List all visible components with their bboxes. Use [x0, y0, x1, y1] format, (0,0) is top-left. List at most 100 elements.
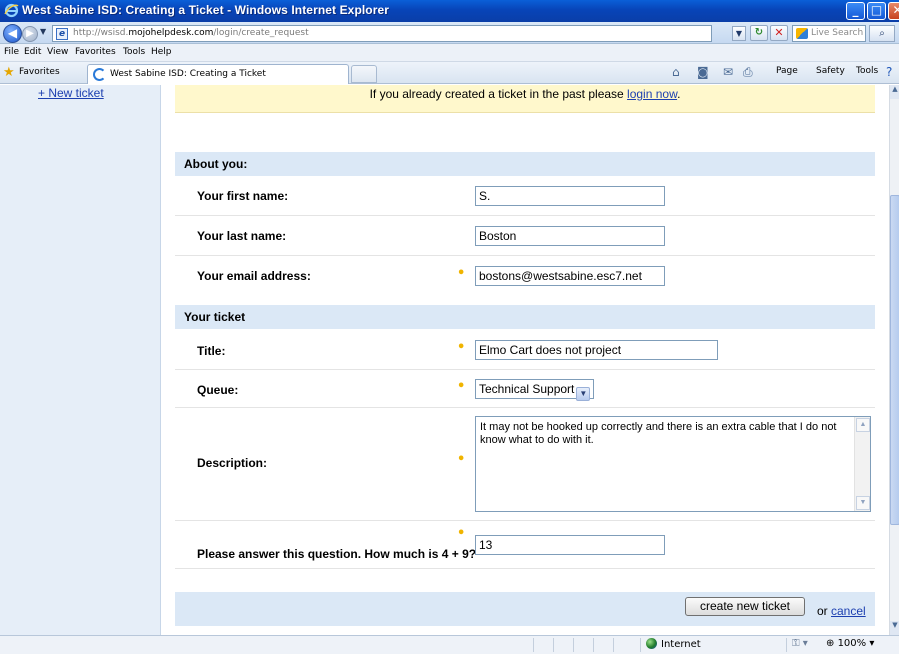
stop-button[interactable]: ✕ [770, 25, 788, 41]
globe-icon [646, 638, 657, 649]
description-textarea[interactable]: It may not be hooked up correctly and th… [475, 416, 871, 512]
queue-row: Queue: • Technical Support ▼ [175, 370, 875, 408]
close-window-button[interactable]: ✕ [888, 2, 899, 20]
description-label: Description: [197, 456, 268, 470]
menu-favorites[interactable]: Favorites [75, 47, 116, 57]
required-marker: • [457, 266, 466, 281]
required-marker: • [457, 340, 466, 355]
favorites-bar: ★ Favorites West Sabine ISD: Creating a … [0, 62, 899, 84]
recent-pages-dropdown[interactable]: ▼ [40, 27, 46, 36]
back-button[interactable]: ◀ [3, 24, 22, 43]
address-input[interactable]: e http://wsisd.mojohelpdesk.com/login/cr… [52, 25, 712, 42]
ie-page-icon [93, 68, 106, 81]
scroll-up-icon[interactable]: ▲ [856, 418, 870, 432]
menu-tools[interactable]: Tools [123, 47, 145, 57]
menu-help[interactable]: Help [151, 47, 172, 57]
help-icon[interactable]: ? [886, 65, 892, 79]
form-footer: create new ticket or cancel [175, 592, 875, 626]
email-input[interactable]: bostons@westsabine.esc7.net [475, 266, 665, 286]
captcha-row: Please answer this question. How much is… [175, 521, 875, 569]
status-bar: Internet ⚿ ▾ ⊕ 100% ▾ [0, 635, 899, 654]
url-text: http://wsisd.mojohelpdesk.com/login/crea… [73, 28, 309, 38]
login-now-link[interactable]: login now [627, 87, 677, 101]
new-ticket-link[interactable]: + New ticket [38, 86, 104, 100]
protected-mode-icon[interactable]: ⚿ ▾ [792, 638, 808, 649]
queue-select[interactable]: Technical Support ▼ [475, 379, 595, 401]
new-tab-button[interactable] [351, 65, 377, 83]
textarea-scrollbar[interactable]: ▲ ▼ [854, 417, 870, 511]
required-marker: • [457, 526, 466, 541]
menu-view[interactable]: View [47, 47, 68, 57]
captcha-label: Please answer this question. How much is… [197, 547, 477, 561]
queue-label: Queue: [197, 383, 239, 397]
title-row: Title: • Elmo Cart does not project [175, 332, 875, 370]
menu-file[interactable]: File [4, 47, 19, 57]
live-search-icon [796, 28, 808, 39]
favorites-star-icon[interactable]: ★ [3, 65, 15, 80]
status-divider [640, 638, 641, 652]
first-name-input[interactable]: S. [475, 186, 665, 206]
internet-explorer-icon [4, 3, 19, 18]
tab-west-sabine[interactable]: West Sabine ISD: Creating a Ticket [87, 64, 349, 84]
search-input[interactable]: Live Search [792, 25, 866, 42]
status-divider [613, 638, 614, 652]
page-icon: e [56, 28, 68, 40]
menu-bar: File Edit View Favorites Tools Help [0, 44, 899, 62]
email-label: Your email address: [197, 269, 311, 283]
notice-suffix: . [677, 87, 681, 101]
scroll-up-icon[interactable]: ▲ [890, 85, 899, 99]
status-divider [573, 638, 574, 652]
status-divider [786, 638, 787, 652]
cancel-link[interactable]: cancel [831, 604, 866, 618]
maximize-button[interactable]: □ [867, 2, 886, 20]
your-ticket-heading: Your ticket [175, 305, 875, 329]
title-label: Title: [197, 344, 226, 358]
home-icon[interactable]: ⌂ [672, 65, 680, 79]
title-input[interactable]: Elmo Cart does not project [475, 340, 718, 360]
address-toolbar: ◀ ▶ ▼ e http://wsisd.mojohelpdesk.com/lo… [0, 22, 899, 44]
description-row: Description: • It may not be hooked up c… [175, 408, 875, 521]
search-button[interactable]: ⌕ [869, 25, 895, 42]
feeds-icon[interactable]: ◙ [697, 65, 709, 79]
zoom-value: 100% [837, 638, 867, 649]
description-text: It may not be hooked up correctly and th… [480, 421, 837, 446]
scroll-down-icon[interactable]: ▼ [890, 621, 899, 635]
search-placeholder: Live Search [811, 28, 864, 38]
or-text: or [817, 604, 828, 618]
captcha-input[interactable]: 13 [475, 535, 665, 555]
email-row: Your email address: • bostons@westsabine… [175, 256, 875, 296]
print-icon[interactable]: ⎙ [743, 65, 753, 80]
last-name-label: Your last name: [197, 229, 287, 243]
scroll-down-icon[interactable]: ▼ [856, 496, 870, 510]
safety-menu[interactable]: Safety [816, 66, 845, 76]
favorites-button[interactable]: Favorites [19, 67, 60, 77]
notice-text: If you already created a ticket in the p… [369, 87, 628, 101]
menu-edit[interactable]: Edit [24, 47, 41, 57]
required-marker: • [457, 452, 466, 467]
mail-icon[interactable]: ✉ [723, 65, 733, 79]
address-dropdown-button[interactable]: ▼ [732, 26, 746, 41]
sidebar: + New ticket [0, 85, 161, 635]
page-content: + New ticket If you already created a ti… [0, 85, 889, 635]
scrollbar-thumb[interactable] [890, 195, 899, 525]
security-zone[interactable]: Internet [646, 638, 701, 650]
minimize-button[interactable]: _ [846, 2, 865, 20]
window-title-bar: West Sabine ISD: Creating a Ticket - Win… [0, 0, 899, 22]
first-name-row: Your first name: S. [175, 176, 875, 216]
create-ticket-button[interactable]: create new ticket [685, 597, 805, 616]
first-name-label: Your first name: [197, 189, 289, 203]
status-divider [593, 638, 594, 652]
forward-button[interactable]: ▶ [22, 26, 38, 42]
status-divider [553, 638, 554, 652]
login-notice: If you already created a ticket in the p… [175, 85, 875, 113]
window-title: West Sabine ISD: Creating a Ticket - Win… [22, 3, 390, 17]
status-divider [533, 638, 534, 652]
page-menu[interactable]: Page [776, 66, 798, 76]
last-name-row: Your last name: Boston [175, 216, 875, 256]
last-name-input[interactable]: Boston [475, 226, 665, 246]
zoom-level[interactable]: ⊕ 100% ▾ [826, 638, 874, 649]
tools-menu[interactable]: Tools [856, 66, 878, 76]
refresh-button[interactable]: ↻ [750, 25, 768, 41]
page-scrollbar[interactable]: ▲ ▼ [889, 85, 899, 635]
zone-label: Internet [661, 639, 701, 650]
